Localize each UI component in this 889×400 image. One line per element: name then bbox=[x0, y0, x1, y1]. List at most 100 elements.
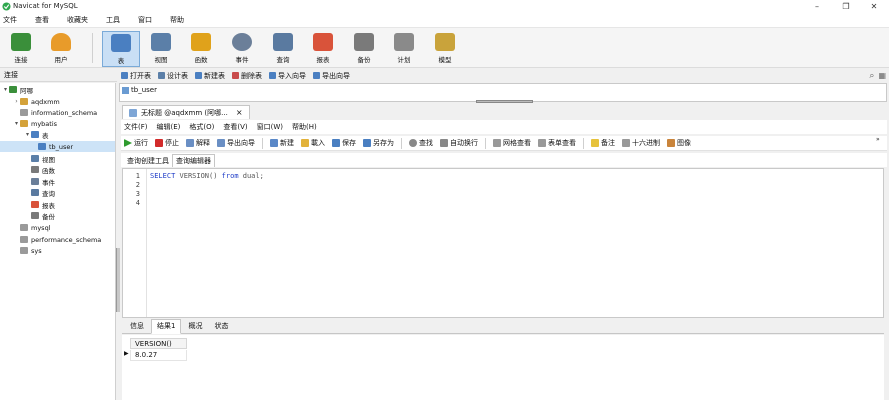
collapse-arrow-icon[interactable]: ▾ bbox=[13, 120, 20, 127]
backup-icon bbox=[354, 33, 374, 51]
tree-folder-backups[interactable]: 备份 bbox=[31, 210, 55, 221]
query-document-tab[interactable]: 无标题 @aqdxmm (阿哪... × bbox=[122, 105, 250, 119]
new-table-button[interactable]: 新建表 bbox=[195, 71, 225, 81]
expand-arrow-icon[interactable]: ▾ bbox=[2, 86, 9, 93]
tree-folder-queries[interactable]: 查询 bbox=[31, 187, 55, 198]
toolbar-view-button[interactable]: 视图 bbox=[142, 31, 180, 67]
hex-button[interactable]: 十六进制 bbox=[622, 138, 660, 148]
query-menu-window[interactable]: 窗口(W) bbox=[257, 122, 283, 132]
new-query-button[interactable]: 新建 bbox=[270, 138, 294, 148]
toolbar-separator bbox=[262, 137, 263, 149]
tree-connection-aqna[interactable]: ▾ 阿哪 bbox=[2, 84, 33, 95]
menu-help[interactable]: 帮助 bbox=[170, 15, 192, 25]
tab-query-builder[interactable]: 查询创建工具 bbox=[124, 155, 172, 167]
tree-db-performance-schema[interactable]: performance_schema bbox=[20, 234, 101, 245]
toolbar-backup-button[interactable]: 备份 bbox=[345, 31, 383, 67]
navicat-logo-icon bbox=[2, 2, 11, 11]
run-button[interactable]: 运行 bbox=[124, 138, 148, 148]
collapse-arrow-icon[interactable]: ▾ bbox=[24, 131, 31, 138]
object-toolbar: 打开表 设计表 新建表 删除表 导入向导 导出向导 ⌕ ▦ bbox=[119, 69, 889, 82]
tree-folder-tables[interactable]: ▾ 表 bbox=[24, 129, 49, 140]
result-cell[interactable]: 8.0.27 bbox=[130, 350, 187, 361]
menu-file[interactable]: 文件 bbox=[3, 15, 25, 25]
open-table-button[interactable]: 打开表 bbox=[121, 71, 151, 81]
tree-db-sys[interactable]: sys bbox=[20, 245, 42, 256]
tree-folder-reports[interactable]: 报表 bbox=[31, 199, 55, 210]
tree-folder-views[interactable]: 视图 bbox=[31, 153, 55, 164]
tree-folder-events[interactable]: 事件 bbox=[31, 176, 55, 187]
toolbar-table-button[interactable]: 表 bbox=[102, 31, 140, 67]
query-menu-file[interactable]: 文件(F) bbox=[124, 122, 148, 132]
menu-tools[interactable]: 工具 bbox=[106, 15, 128, 25]
query-menu-edit[interactable]: 编辑(E) bbox=[157, 122, 181, 132]
report-icon bbox=[31, 201, 39, 208]
toolbar-overflow-icon[interactable]: » bbox=[876, 136, 886, 150]
tree-db-information-schema[interactable]: information_schema bbox=[13, 107, 97, 118]
table-icon bbox=[111, 34, 131, 52]
expand-arrow-icon[interactable]: › bbox=[13, 98, 20, 105]
export-wizard-button[interactable]: 导出向导 bbox=[313, 71, 350, 81]
close-button[interactable]: ✕ bbox=[860, 0, 888, 13]
grid-view-icon[interactable]: ▦ bbox=[878, 71, 886, 80]
result-grid: VERSION() ▶ 8.0.27 bbox=[122, 335, 884, 400]
image-button[interactable]: 图像 bbox=[667, 138, 691, 148]
function-icon bbox=[31, 166, 39, 173]
tree-folder-functions[interactable]: 函数 bbox=[31, 164, 55, 175]
maximize-button[interactable]: ❐ bbox=[832, 0, 860, 13]
form-view-button[interactable]: 表单查看 bbox=[538, 138, 576, 148]
design-table-button[interactable]: 设计表 bbox=[158, 71, 188, 81]
export-wizard-button[interactable]: 导出向导 bbox=[217, 138, 255, 148]
tree-db-mysql[interactable]: mysql bbox=[20, 222, 51, 233]
toolbar-connection-button[interactable]: 连接 bbox=[2, 31, 40, 67]
menu-favorites[interactable]: 收藏夹 bbox=[67, 15, 96, 25]
toolbar-event-button[interactable]: 事件 bbox=[223, 31, 261, 67]
close-tab-icon[interactable]: × bbox=[236, 108, 243, 117]
tree-table-tb-user[interactable]: tb_user bbox=[0, 141, 115, 152]
tab-info[interactable]: 信息 bbox=[125, 320, 149, 333]
minimize-button[interactable]: – bbox=[803, 0, 831, 13]
toolbar-schedule-button[interactable]: 计划 bbox=[385, 31, 423, 67]
event-icon bbox=[31, 178, 39, 185]
memo-button[interactable]: 备注 bbox=[591, 138, 615, 148]
find-button[interactable]: 查找 bbox=[409, 138, 433, 148]
toolbar-query-button[interactable]: 查询 bbox=[264, 31, 302, 67]
database-icon bbox=[20, 109, 28, 116]
menu-view[interactable]: 查看 bbox=[35, 15, 57, 25]
save-as-button[interactable]: 另存为 bbox=[363, 138, 394, 148]
object-tb-user[interactable]: tb_user bbox=[122, 86, 157, 94]
sql-keyword: SELECT bbox=[150, 172, 176, 180]
toolbar-report-button[interactable]: 报表 bbox=[304, 31, 342, 67]
backup-icon bbox=[31, 212, 39, 219]
menu-window[interactable]: 窗口 bbox=[138, 15, 160, 25]
tab-result-1[interactable]: 结果1 bbox=[151, 319, 182, 334]
explain-button[interactable]: 解释 bbox=[186, 138, 210, 148]
tree-db-aqdxmm[interactable]: › aqdxmm bbox=[13, 96, 59, 107]
toolbar-function-button[interactable]: 函数 bbox=[182, 31, 220, 67]
query-menu-format[interactable]: 格式(O) bbox=[189, 122, 214, 132]
sql-editor[interactable]: 1 2 3 4 SELECT VERSION() from dual; bbox=[122, 168, 884, 318]
toolbar-user-button[interactable]: 用户 bbox=[42, 31, 80, 67]
query-menu-help[interactable]: 帮助(H) bbox=[292, 122, 317, 132]
load-button[interactable]: 載入 bbox=[301, 138, 325, 148]
tab-query-editor[interactable]: 查询编辑器 bbox=[172, 154, 215, 167]
tree-db-mybatis[interactable]: ▾ mybatis bbox=[13, 118, 57, 129]
save-icon bbox=[332, 139, 340, 147]
tab-profile[interactable]: 概况 bbox=[183, 320, 207, 333]
grid-view-button[interactable]: 网格查看 bbox=[493, 138, 531, 148]
tab-status[interactable]: 状态 bbox=[209, 320, 233, 333]
connection-tree: ▾ 阿哪 › aqdxmm information_schema ▾ mybatis … bbox=[0, 83, 116, 400]
function-icon bbox=[191, 33, 211, 51]
import-wizard-button[interactable]: 导入向导 bbox=[269, 71, 306, 81]
toolbar-model-button[interactable]: 模型 bbox=[426, 31, 464, 67]
stop-button[interactable]: 停止 bbox=[155, 138, 179, 148]
database-icon bbox=[20, 98, 28, 105]
word-wrap-button[interactable]: 自动换行 bbox=[440, 138, 478, 148]
delete-table-button[interactable]: 删除表 bbox=[232, 71, 262, 81]
title-bar: Navicat for MySQL – ❐ ✕ bbox=[0, 0, 889, 13]
database-icon bbox=[20, 224, 28, 231]
save-button[interactable]: 保存 bbox=[332, 138, 356, 148]
column-header[interactable]: VERSION() bbox=[130, 338, 187, 349]
search-icon[interactable]: ⌕ bbox=[869, 71, 874, 81]
query-menu-view[interactable]: 查看(V) bbox=[223, 122, 247, 132]
panel-splitter-handle[interactable] bbox=[116, 248, 120, 312]
